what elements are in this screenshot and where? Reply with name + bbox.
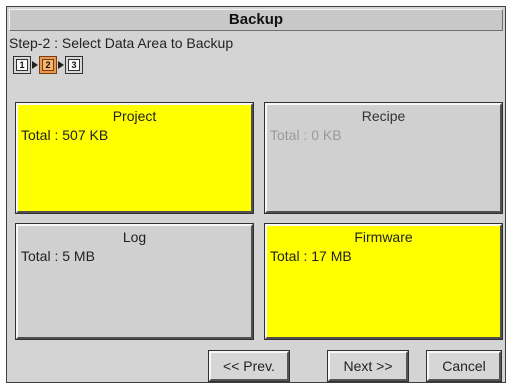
area-tile-log[interactable]: Log Total : 5 MB: [15, 223, 254, 340]
area-tile-firmware[interactable]: Firmware Total : 17 MB: [264, 223, 503, 340]
prev-button[interactable]: << Prev.: [208, 350, 290, 382]
area-tile-project[interactable]: Project Total : 507 KB: [15, 102, 254, 214]
step-2-number: 2: [42, 59, 54, 71]
step-instruction: Step-2 : Select Data Area to Backup: [9, 35, 234, 51]
step-3-box: 3: [65, 56, 83, 74]
area-total: Total : 0 KB: [270, 127, 342, 143]
area-total: Total : 5 MB: [21, 248, 95, 264]
step-arrow-icon: [32, 61, 38, 69]
next-button[interactable]: Next >>: [327, 350, 409, 382]
step-2-box: 2: [39, 56, 57, 74]
cancel-button[interactable]: Cancel: [426, 350, 502, 382]
area-name: Project: [112, 108, 157, 124]
dialog-title: Backup: [9, 9, 503, 31]
area-tile-recipe: Recipe Total : 0 KB: [264, 102, 503, 214]
step-1-box: 1: [13, 56, 31, 74]
step-1-number: 1: [16, 59, 28, 71]
backup-dialog: Backup Step-2 : Select Data Area to Back…: [6, 6, 506, 383]
step-3-number: 3: [68, 59, 80, 71]
area-name: Log: [122, 229, 147, 245]
area-name: Recipe: [361, 108, 406, 124]
area-name: Firmware: [354, 229, 413, 245]
area-total: Total : 17 MB: [270, 248, 352, 264]
area-total: Total : 507 KB: [21, 127, 109, 143]
step-arrow-icon: [58, 61, 64, 69]
